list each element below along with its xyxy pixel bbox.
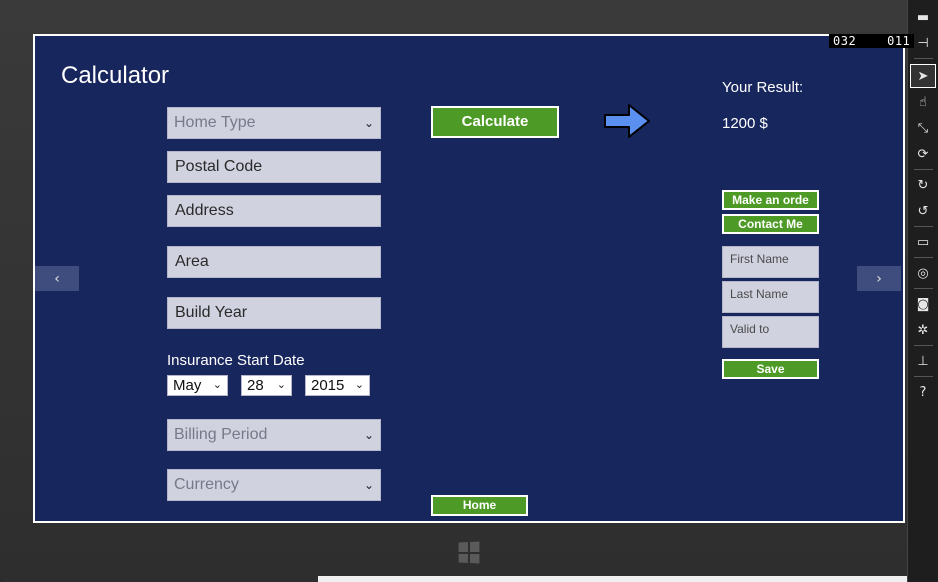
toolbar-divider <box>914 288 933 289</box>
windows-start-icon[interactable] <box>458 541 480 564</box>
start-year-value: 2015 <box>311 377 345 394</box>
result-label: Your Result: <box>722 79 804 96</box>
network-icon[interactable]: ⊥ <box>911 350 935 372</box>
first-name-input[interactable]: First Name <box>722 246 819 278</box>
toolbar-divider <box>914 345 933 346</box>
billing-period-placeholder: Billing Period <box>174 426 268 443</box>
mouse-pointer-icon[interactable]: ➤ <box>910 64 936 88</box>
start-month-select[interactable]: May ⌄ <box>167 375 228 396</box>
area-input[interactable]: Area <box>167 246 381 278</box>
valid-to-input[interactable]: Valid to <box>722 316 819 348</box>
contact-me-button[interactable]: Contact Me <box>722 214 819 234</box>
home-type-select[interactable]: Home Type ⌄ <box>167 107 381 139</box>
location-globe-icon[interactable]: ◎ <box>911 262 935 284</box>
start-year-select[interactable]: 2015 ⌄ <box>305 375 370 396</box>
chevron-down-icon: ⌄ <box>354 379 364 391</box>
rotate-counterclockwise-icon[interactable]: ↺ <box>911 200 935 222</box>
desktop-strip <box>318 576 938 582</box>
change-resolution-icon[interactable]: ▭ <box>911 231 935 253</box>
app-screen: Calculator Home Type ⌄ Postal Code Addre… <box>33 34 905 523</box>
chevron-down-icon: ⌄ <box>276 379 286 391</box>
make-order-button[interactable]: Make an orde <box>722 190 819 210</box>
address-input[interactable]: Address <box>167 195 381 227</box>
chevron-down-icon: ⌄ <box>363 428 374 442</box>
nav-next-button[interactable]: › <box>857 266 901 291</box>
chevron-down-icon: ⌄ <box>363 116 374 130</box>
chevron-left-icon: ‹ <box>54 270 60 287</box>
toolbar-divider <box>914 169 933 170</box>
toolbar-divider <box>914 257 933 258</box>
save-button[interactable]: Save <box>722 359 819 379</box>
chevron-down-icon: ⌄ <box>363 478 374 492</box>
last-name-input[interactable]: Last Name <box>722 281 819 313</box>
calculate-button[interactable]: Calculate <box>431 106 559 138</box>
arrow-right-icon <box>604 104 650 138</box>
toolbar-divider <box>914 376 933 377</box>
toolbar-divider <box>914 58 933 59</box>
pinch-zoom-icon[interactable]: ⤡ <box>911 117 935 139</box>
billing-period-select[interactable]: Billing Period ⌄ <box>167 419 381 451</box>
result-value: 1200 $ <box>722 115 768 132</box>
rotate-touch-icon[interactable]: ⟳ <box>911 143 935 165</box>
build-year-input[interactable]: Build Year <box>167 297 381 329</box>
start-month-value: May <box>173 377 202 394</box>
chevron-down-icon: ⌄ <box>212 379 222 391</box>
page-title: Calculator <box>61 62 170 89</box>
chevron-right-icon: › <box>876 270 882 287</box>
counter-right-a: 032 <box>833 34 857 48</box>
home-type-placeholder: Home Type <box>174 114 256 131</box>
start-day-select[interactable]: 28 ⌄ <box>241 375 292 396</box>
rotate-clockwise-icon[interactable]: ↻ <box>911 174 935 196</box>
currency-select[interactable]: Currency ⌄ <box>167 469 381 501</box>
currency-placeholder: Currency <box>174 476 239 493</box>
start-day-value: 28 <box>247 377 264 394</box>
counter-right-b: 011 <box>887 34 911 48</box>
insurance-start-label: Insurance Start Date <box>167 352 305 369</box>
nav-prev-button[interactable]: ‹ <box>35 266 79 291</box>
touch-hand-icon[interactable]: ☝ <box>911 91 935 113</box>
home-button[interactable]: Home <box>431 495 528 516</box>
counter-right: 032 011 <box>829 34 915 48</box>
screenshot-camera-icon[interactable]: ◙ <box>911 293 935 315</box>
pin-icon[interactable]: ⊣ <box>911 32 935 54</box>
toolbar-divider <box>914 226 933 227</box>
postal-code-input[interactable]: Postal Code <box>167 151 381 183</box>
minimize-icon[interactable]: ▬ <box>911 6 935 28</box>
help-icon[interactable]: ? <box>911 381 935 403</box>
simulator-toolbar: ▬ ⊣ ➤ ☝ ⤡ ⟳ ↻ ↺ ▭ ◎ ◙ ✲ ⊥ ? <box>907 0 938 582</box>
settings-gear-icon[interactable]: ✲ <box>911 319 935 341</box>
